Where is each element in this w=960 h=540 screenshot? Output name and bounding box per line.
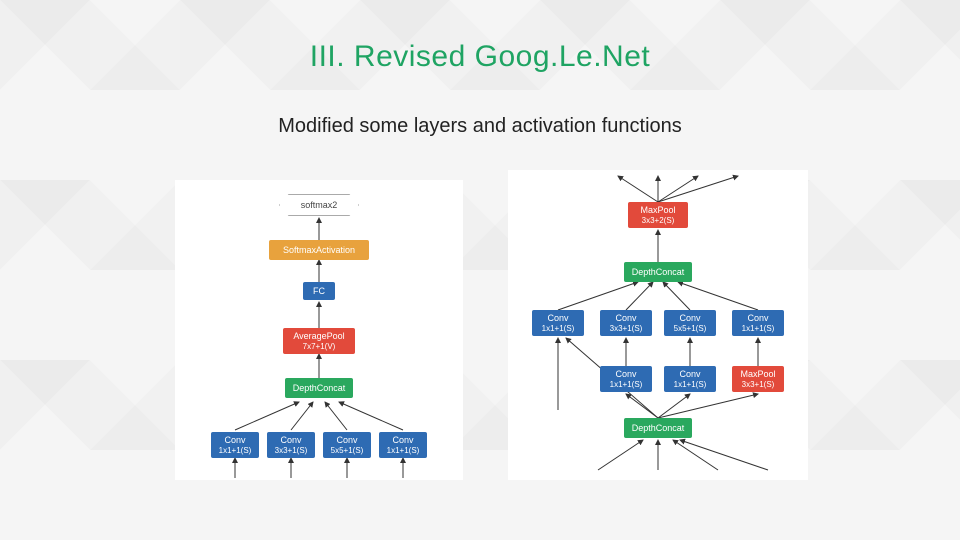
label-line1: MaxPool <box>740 369 775 379</box>
node-softmax2: softmax2 <box>279 194 359 216</box>
label-line1: Conv <box>547 313 568 323</box>
label-line1: Conv <box>615 369 636 379</box>
label-line1: Conv <box>679 369 700 379</box>
label-line1: MaxPool <box>640 205 675 215</box>
label-line2: 1x1+1(S) <box>387 446 420 455</box>
node-r1-c4: Conv 1x1+1(S) <box>732 310 784 336</box>
label: DepthConcat <box>293 383 346 393</box>
node-fc: FC <box>303 282 335 300</box>
slide-title: III. Revised Goog.Le.Net <box>0 40 960 74</box>
label: FC <box>313 286 325 296</box>
node-r2-c3: Conv 1x1+1(S) <box>664 366 716 392</box>
label-line2: 5x5+1(S) <box>674 324 707 333</box>
label-line2: 3x3+1(S) <box>610 324 643 333</box>
node-r1-c2: Conv 3x3+1(S) <box>600 310 652 336</box>
label-line1: AveragePool <box>293 331 344 341</box>
node-depthconcat-top: DepthConcat <box>624 262 692 282</box>
label: DepthConcat <box>632 423 685 433</box>
node-r2-c2: Conv 1x1+1(S) <box>600 366 652 392</box>
node-conv-left-3: Conv 5x5+1(S) <box>323 432 371 458</box>
node-avgpool: AveragePool 7x7+1(V) <box>283 328 355 354</box>
label-line2: 3x3+1(S) <box>275 446 308 455</box>
node-r1-c1: Conv 1x1+1(S) <box>532 310 584 336</box>
node-softmax-activation: SoftmaxActivation <box>269 240 369 260</box>
label-line1: Conv <box>224 435 245 445</box>
node-conv-left-1: Conv 1x1+1(S) <box>211 432 259 458</box>
label-line2: 5x5+1(S) <box>331 446 364 455</box>
label-line2: 1x1+1(S) <box>219 446 252 455</box>
label: softmax2 <box>301 200 338 210</box>
label-line2: 3x3+1(S) <box>742 380 775 389</box>
label-line2: 1x1+1(S) <box>610 380 643 389</box>
label-line2: 3x3+2(S) <box>642 216 675 225</box>
node-conv-left-2: Conv 3x3+1(S) <box>267 432 315 458</box>
label-line1: Conv <box>280 435 301 445</box>
diagram-left: softmax2 SoftmaxActivation FC AveragePoo… <box>175 180 463 480</box>
label: DepthConcat <box>632 267 685 277</box>
node-depthconcat-bottom: DepthConcat <box>624 418 692 438</box>
label-line1: Conv <box>679 313 700 323</box>
label-line2: 1x1+1(S) <box>542 324 575 333</box>
diagram-right: MaxPool 3x3+2(S) DepthConcat Conv 1x1+1(… <box>508 170 808 480</box>
label-line1: Conv <box>615 313 636 323</box>
node-maxpool-top: MaxPool 3x3+2(S) <box>628 202 688 228</box>
label-line2: 7x7+1(V) <box>303 342 336 351</box>
slide: III. Revised Goog.Le.Net Modified some l… <box>0 0 960 540</box>
label-line1: Conv <box>747 313 768 323</box>
node-conv-left-4: Conv 1x1+1(S) <box>379 432 427 458</box>
label-line2: 1x1+1(S) <box>674 380 707 389</box>
label-line2: 1x1+1(S) <box>742 324 775 333</box>
label-line1: Conv <box>336 435 357 445</box>
label-line1: Conv <box>392 435 413 445</box>
node-r2-c4-maxpool: MaxPool 3x3+1(S) <box>732 366 784 392</box>
slide-subtitle: Modified some layers and activation func… <box>0 115 960 138</box>
node-r1-c3: Conv 5x5+1(S) <box>664 310 716 336</box>
node-depthconcat-left: DepthConcat <box>285 378 353 398</box>
label: SoftmaxActivation <box>283 245 355 255</box>
